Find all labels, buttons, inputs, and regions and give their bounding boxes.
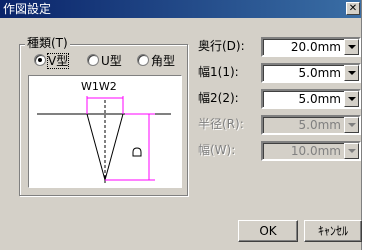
width-value: 10.0mm <box>290 144 341 158</box>
depth-combo[interactable]: 20.0mm <box>261 37 361 57</box>
depth-label: 奥行(D): <box>198 39 245 53</box>
v-groove-diagram: W1W2 <box>28 75 182 188</box>
v-groove-figure: W1W2 <box>37 80 171 184</box>
depth-dropdown-button[interactable] <box>344 39 359 55</box>
radio-v-label: V型 <box>46 53 70 69</box>
type-group-label: 種類(T) <box>25 35 70 51</box>
width2-label: 幅2(2): <box>198 91 239 105</box>
title-bar[interactable]: 作図設定 ✕ <box>0 0 361 18</box>
width2-value: 5.0mm <box>298 92 341 106</box>
radio-u-label: U型 <box>101 54 122 68</box>
ok-button[interactable]: OK <box>238 220 298 242</box>
dialog-window: 作図設定 ✕ 種類(T) V型 U型 角型 W1W2 奥行(D): 20.0mm… <box>0 0 362 250</box>
radio-square-indicator[interactable] <box>137 54 149 66</box>
radio-square-type[interactable]: 角型 <box>137 53 175 69</box>
width1-label: 幅1(1): <box>198 65 239 79</box>
cancel-button-label: ｷｬﾝｾﾙ <box>317 224 348 238</box>
width1-value: 5.0mm <box>298 66 341 80</box>
width-combo: 10.0mm <box>261 141 361 161</box>
close-icon: ✕ <box>348 3 358 14</box>
window-title: 作図設定 <box>3 2 52 16</box>
radio-u-type[interactable]: U型 <box>87 53 122 69</box>
radius-dropdown-button <box>344 117 359 133</box>
radio-square-label: 角型 <box>151 54 176 68</box>
radio-v-indicator[interactable] <box>34 54 46 66</box>
depth-value: 20.0mm <box>290 40 341 54</box>
close-button[interactable]: ✕ <box>346 2 360 15</box>
width2-combo[interactable]: 5.0mm <box>261 89 361 109</box>
depth-symbol-icon <box>132 147 142 157</box>
width1-dropdown-button[interactable] <box>344 65 359 81</box>
diagram-width-label: W1W2 <box>81 80 117 93</box>
width-dropdown-button <box>344 143 359 159</box>
ok-button-label: OK <box>259 224 277 238</box>
width2-dropdown-button[interactable] <box>344 91 359 107</box>
width1-combo[interactable]: 5.0mm <box>261 63 361 83</box>
radius-combo: 5.0mm <box>261 115 361 135</box>
width-label: 幅(W): <box>198 143 236 157</box>
radio-u-indicator[interactable] <box>87 54 99 66</box>
radius-label: 半径(R): <box>198 117 244 131</box>
cancel-button[interactable]: ｷｬﾝｾﾙ <box>304 220 362 242</box>
radius-value: 5.0mm <box>298 118 341 132</box>
radio-v-type[interactable]: V型 <box>34 53 70 69</box>
